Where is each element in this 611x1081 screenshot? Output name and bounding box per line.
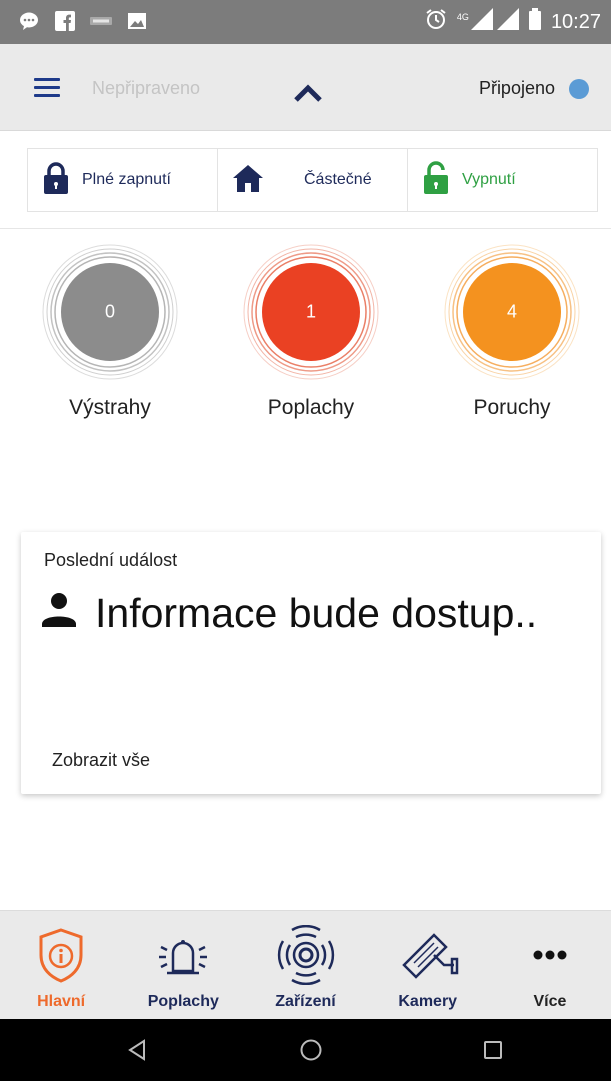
- signal-icon: [470, 8, 519, 36]
- nav-more-label: Více: [533, 993, 567, 1010]
- arm-mode-bar: Plné zapnutí Částečné Vypnutí: [27, 148, 598, 212]
- nav-cameras[interactable]: Kamery: [367, 911, 489, 1020]
- image-icon: [126, 10, 148, 32]
- divider: [0, 228, 611, 229]
- more-dots-icon: [518, 923, 582, 987]
- warnings-label: Výstrahy: [69, 396, 151, 419]
- hamburger-menu-icon[interactable]: [34, 78, 60, 98]
- faults-ring: 4: [442, 242, 582, 382]
- sensor-waves-icon: [274, 923, 338, 987]
- security-camera-icon: [396, 923, 460, 987]
- connection-status: Připojeno: [478, 78, 555, 98]
- notification-icons: [18, 10, 148, 32]
- nav-cameras-label: Kamery: [398, 993, 458, 1010]
- faults-counter[interactable]: 4 Poruchy: [432, 242, 592, 420]
- clock-time: 10:27: [550, 10, 601, 33]
- warnings-counter[interactable]: 0 Výstrahy: [30, 242, 190, 420]
- last-event-card: Poslední událost Informace bude dostup..…: [21, 532, 601, 794]
- app-header: Nepřipraveno Připojeno: [0, 44, 611, 131]
- alarm-clock-icon: [425, 8, 447, 36]
- lock-open-icon: [422, 160, 450, 200]
- alarms-counter[interactable]: 1 Poplachy: [231, 242, 391, 420]
- view-all-link[interactable]: Zobrazit vše: [52, 750, 150, 771]
- warnings-count: 0: [104, 301, 116, 322]
- last-event-title: Poslední událost: [44, 550, 178, 570]
- arm-partial-label: Částečné: [304, 171, 372, 188]
- recents-square-icon[interactable]: [476, 1033, 510, 1067]
- faults-label: Poruchy: [473, 396, 551, 419]
- last-event-info: Informace bude dostup..: [95, 590, 538, 636]
- alarms-ring: 1: [241, 242, 381, 382]
- network-type: 4G: [456, 12, 469, 22]
- bottom-navigation: Hlavní Poplachy Zařízení Kamery Více: [0, 910, 611, 1020]
- alarms-label: Poplachy: [267, 396, 355, 419]
- nav-more[interactable]: Více: [489, 911, 611, 1020]
- disarm-label: Vypnutí: [462, 171, 516, 188]
- app-icon: [90, 10, 112, 32]
- home-icon: [232, 163, 264, 198]
- system-status: Nepřipraveno: [92, 78, 201, 98]
- back-icon[interactable]: [120, 1033, 154, 1067]
- nav-devices[interactable]: Zařízení: [244, 911, 366, 1020]
- connection-indicator: [569, 79, 589, 99]
- disarm-button[interactable]: Vypnutí: [408, 149, 597, 211]
- nav-alarms[interactable]: Poplachy: [122, 911, 244, 1020]
- chat-bubble-icon: [18, 10, 40, 32]
- nav-main[interactable]: Hlavní: [0, 911, 122, 1020]
- battery-icon: [528, 8, 541, 36]
- nav-main-label: Hlavní: [37, 993, 86, 1010]
- system-navigation-bar: [0, 1019, 611, 1081]
- status-bar: 4G 10:27: [0, 0, 611, 44]
- facebook-icon: [54, 10, 76, 32]
- nav-devices-label: Zařízení: [275, 993, 336, 1010]
- arm-full-button[interactable]: Plné zapnutí: [28, 149, 218, 211]
- arm-full-label: Plné zapnutí: [82, 171, 171, 188]
- person-icon: [39, 590, 79, 630]
- faults-count: 4: [506, 301, 518, 322]
- arm-partial-button[interactable]: Částečné: [218, 149, 408, 211]
- system-icons: 4G 10:27: [425, 8, 601, 36]
- bell-icon: [151, 923, 215, 987]
- nav-alarms-label: Poplachy: [147, 993, 219, 1010]
- warnings-ring: 0: [40, 242, 180, 382]
- lock-closed-icon: [42, 161, 70, 200]
- home-circle-icon[interactable]: [294, 1033, 328, 1067]
- alarms-count: 1: [305, 301, 317, 322]
- chevron-up-icon[interactable]: [288, 78, 328, 106]
- info-shield-icon: [29, 923, 93, 987]
